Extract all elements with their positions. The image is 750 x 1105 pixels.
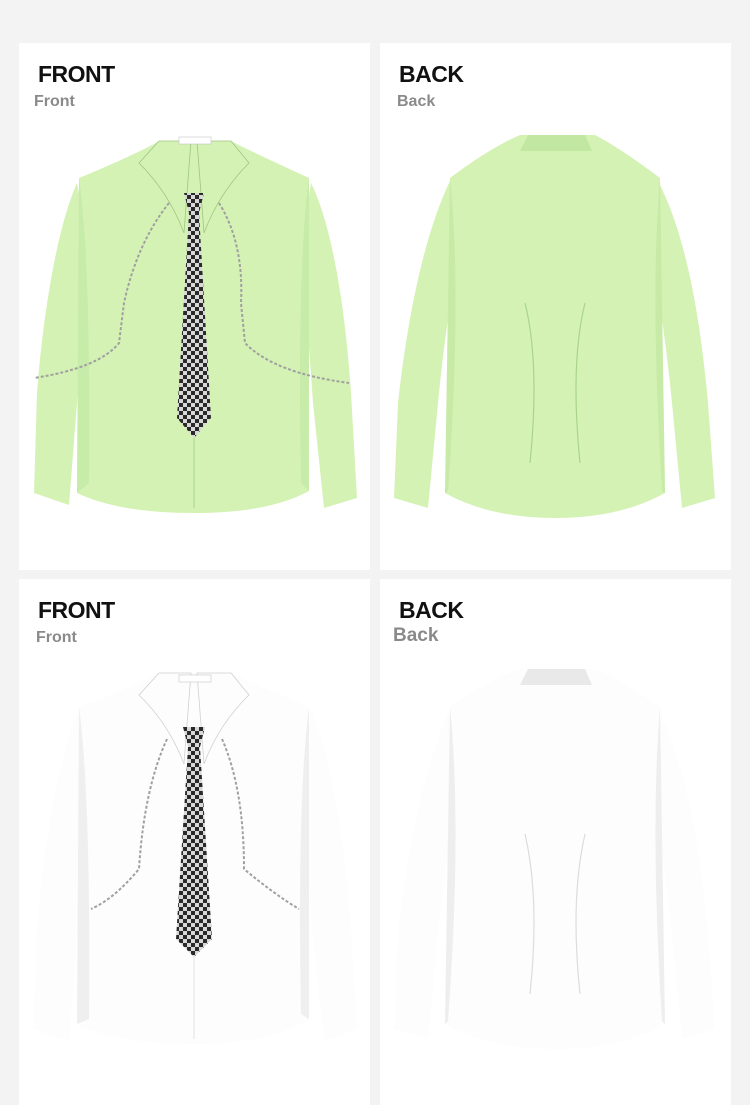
product-photo-panel-back-green: BACK Back <box>380 43 731 570</box>
product-photo-panel-front-green: FRONT Front <box>19 43 370 570</box>
shirt-back-image <box>394 135 715 518</box>
product-photo-panel-front-white: FRONT Front <box>19 579 370 1105</box>
shirt-front-image <box>33 672 357 1044</box>
shirt-front-image <box>33 136 357 513</box>
product-photo-panel-back-white: BACK Back <box>380 579 731 1105</box>
shirt-back-image <box>394 669 715 1049</box>
